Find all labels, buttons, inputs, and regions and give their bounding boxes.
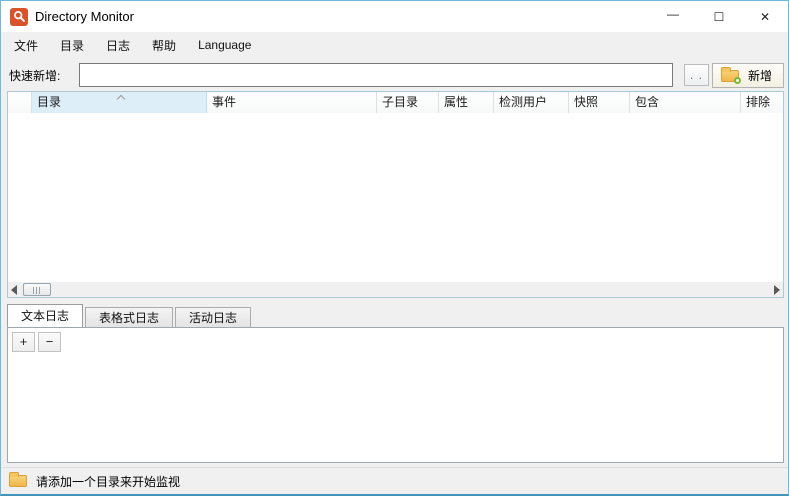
directory-list: 目录 事件 子目录 属性 检测用户 快照 包含 排除 — [7, 91, 784, 298]
status-message: 请添加一个目录来开始监视 — [36, 474, 181, 489]
tab-table-log[interactable]: 表格式日志 — [85, 307, 174, 327]
column-header-snapshot[interactable]: 快照 — [569, 92, 630, 113]
menu-file[interactable]: 文件 — [3, 33, 49, 58]
minimize-icon: — — [667, 6, 679, 21]
window-title: Directory Monitor — [35, 9, 134, 24]
tab-activity-log[interactable]: 活动日志 — [175, 307, 252, 327]
menu-language[interactable]: Language — [187, 34, 262, 56]
close-button[interactable]: ✕ — [742, 1, 788, 32]
browse-button[interactable]: . . — [684, 64, 709, 86]
horizontal-scrollbar[interactable] — [8, 282, 783, 297]
minimize-button[interactable]: — — [650, 1, 696, 32]
tab-text-log[interactable]: 文本日志 — [7, 304, 84, 327]
close-icon: ✕ — [759, 9, 771, 24]
scroll-left-arrow-icon[interactable] — [11, 285, 17, 295]
column-header-exclude[interactable]: 排除 — [741, 92, 783, 113]
column-header-event[interactable]: 事件 — [207, 92, 377, 113]
menu-help[interactable]: 帮助 — [141, 33, 187, 58]
add-button[interactable]: 新增 — [712, 63, 784, 88]
menu-bar: 文件 目录 日志 帮助 Language — [1, 32, 788, 58]
status-folder-icon — [9, 472, 27, 487]
add-folder-icon — [720, 66, 741, 84]
app-window: Directory Monitor — ☐ ✕ 文件 目录 日志 帮助 Lang… — [0, 0, 789, 496]
log-panel: + − — [7, 327, 784, 463]
add-plus-badge-icon — [733, 76, 741, 84]
menu-log[interactable]: 日志 — [95, 33, 141, 58]
quick-add-row: 快速新增: . . 新增 — [1, 58, 788, 91]
add-button-label: 新增 — [747, 69, 772, 83]
quick-add-label: 快速新增: — [9, 69, 61, 83]
status-bar: 请添加一个目录来开始监视 — [1, 467, 788, 494]
column-header-include[interactable]: 包含 — [630, 92, 741, 113]
list-header: 目录 事件 子目录 属性 检测用户 快照 包含 排除 — [8, 92, 783, 113]
scroll-right-arrow-icon[interactable] — [774, 285, 780, 295]
font-decrease-button[interactable]: − — [38, 332, 61, 352]
quick-add-input[interactable] — [79, 63, 673, 87]
font-increase-button[interactable]: + — [12, 332, 35, 352]
log-content — [12, 356, 779, 458]
sort-ascending-icon — [116, 94, 126, 104]
column-header-detect-user[interactable]: 检测用户 — [494, 92, 569, 113]
log-tabs: 文本日志 表格式日志 活动日志 — [7, 304, 253, 327]
title-bar: Directory Monitor — ☐ ✕ — [1, 1, 788, 32]
column-header-directory[interactable]: 目录 — [32, 92, 207, 113]
app-magnifier-icon — [10, 7, 28, 26]
scrollbar-thumb[interactable] — [23, 283, 51, 296]
column-header-attributes[interactable]: 属性 — [439, 92, 494, 113]
caption-buttons: — ☐ ✕ — [650, 1, 788, 32]
menu-directory[interactable]: 目录 — [49, 33, 95, 58]
maximize-icon: ☐ — [713, 9, 725, 24]
column-header-spacer[interactable] — [8, 92, 32, 113]
directory-list-body[interactable] — [8, 114, 783, 282]
column-header-subdirectory[interactable]: 子目录 — [377, 92, 439, 113]
maximize-button[interactable]: ☐ — [696, 1, 742, 32]
